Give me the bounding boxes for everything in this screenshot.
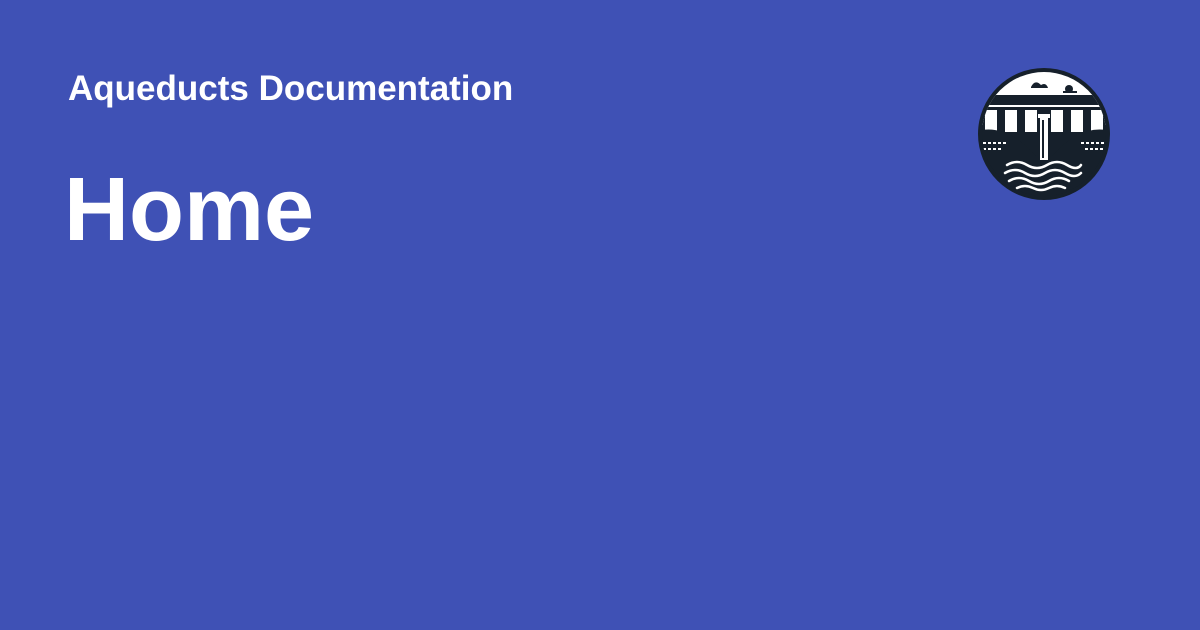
social-card: Aqueducts Documentation Home	[0, 0, 1200, 630]
page-title: Home	[64, 160, 315, 260]
aqueduct-logo-icon	[977, 67, 1111, 201]
site-name: Aqueducts Documentation	[68, 69, 514, 108]
